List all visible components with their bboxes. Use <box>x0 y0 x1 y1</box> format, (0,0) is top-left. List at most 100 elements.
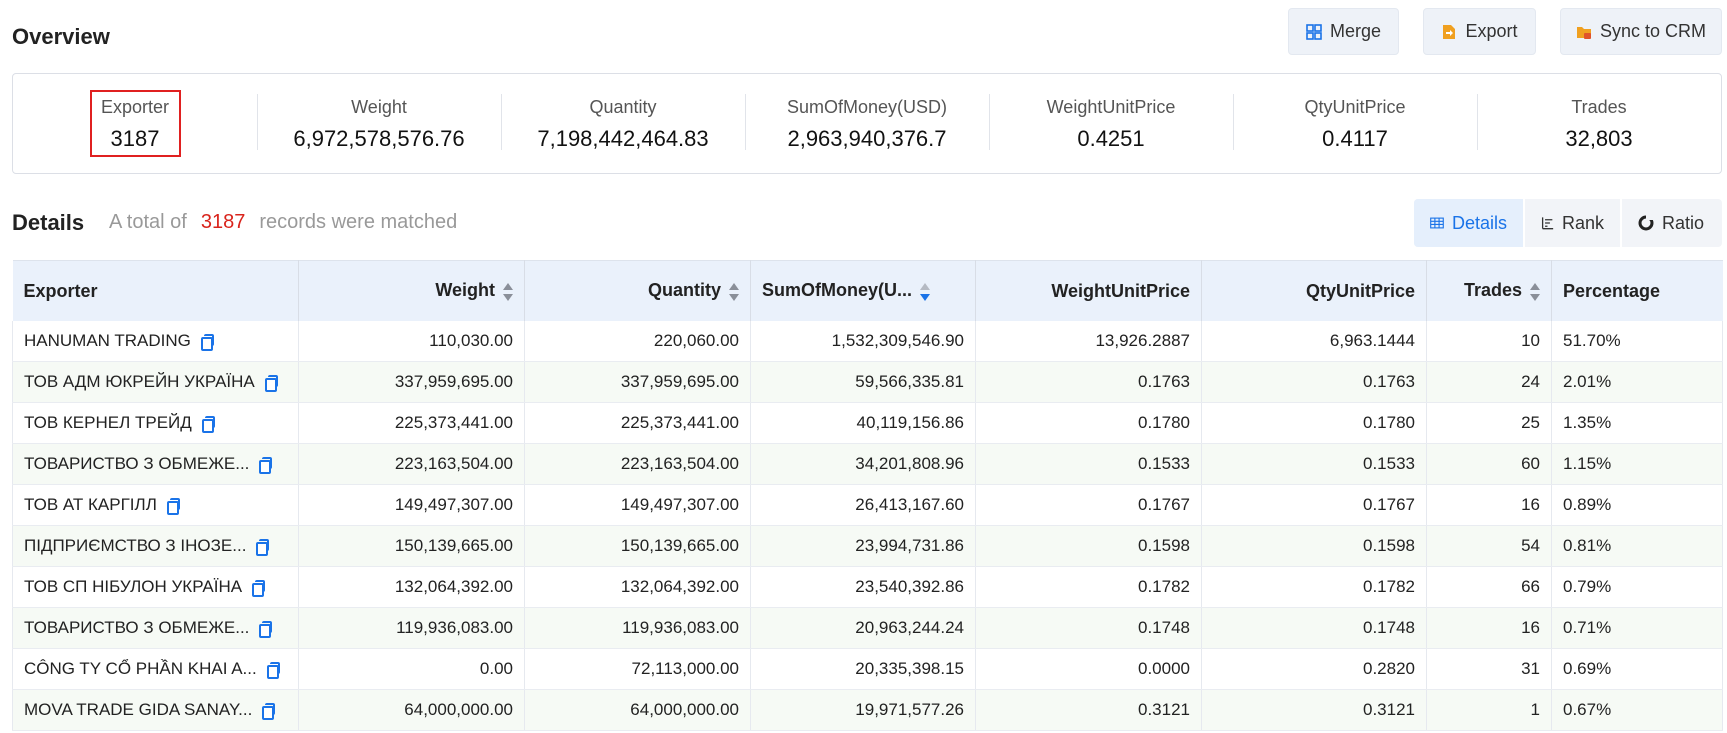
exporter-name[interactable]: ТОВ КЕРНЕЛ ТРЕЙД <box>24 413 192 433</box>
quantity-cell: 223,163,504.00 <box>524 443 751 485</box>
copy-icon[interactable] <box>256 538 270 556</box>
exporter-name[interactable]: HANUMAN TRADING <box>24 331 191 351</box>
column-label: Exporter <box>23 280 98 301</box>
column-label: Weight <box>435 280 495 301</box>
copy-icon[interactable] <box>200 333 214 351</box>
view-rank-button[interactable]: Rank <box>1525 199 1622 247</box>
view-details-button[interactable]: Details <box>1414 199 1525 247</box>
weight-unit-price-cell: 0.1533 <box>975 443 1202 485</box>
exporter-cell: ТОВ АДМ ЮКРЕЙН УКРАЇНА <box>12 361 299 403</box>
percentage-cell: 0.89% <box>1551 484 1723 526</box>
sort-desc-icon[interactable] <box>920 282 931 302</box>
sort-icon[interactable] <box>503 282 513 302</box>
copy-icon[interactable] <box>262 702 276 720</box>
column-header-exporter: Exporter <box>12 260 299 321</box>
exporter-name[interactable]: CÔNG TY CỔ PHẦN KHAI A... <box>24 659 257 679</box>
sum-of-money-cell: 26,413,167.60 <box>750 484 976 526</box>
table-row: ТОВ СП НІБУЛОН УКРАЇНА 132,064,392.00 13… <box>12 566 1723 608</box>
column-label: QtyUnitPrice <box>1305 280 1415 301</box>
highlight-box <box>90 90 181 157</box>
sum-of-money-cell: 19,971,577.26 <box>750 689 976 731</box>
stat-label: Quantity <box>589 97 657 117</box>
qty-unit-price-cell: 0.1533 <box>1201 443 1427 485</box>
exporter-name[interactable]: ПІДПРИЄМСТВО З ІНОЗЕ... <box>24 536 246 556</box>
table-row: ТОВ АТ КАРГІЛЛ 149,497,307.00 149,497,30… <box>12 484 1723 526</box>
copy-icon[interactable] <box>201 415 215 433</box>
weight-unit-price-cell: 0.3121 <box>975 689 1202 731</box>
details-title: Details <box>12 210 85 235</box>
quantity-cell: 72,113,000.00 <box>524 648 751 690</box>
export-button[interactable]: Export <box>1423 8 1536 55</box>
view-ratio-button[interactable]: Ratio <box>1622 199 1722 247</box>
stat-sum-of-money: SumOfMoney(USD) 2,963,940,376.7 <box>745 74 989 174</box>
sync-to-crm-button[interactable]: Sync to CRM <box>1560 8 1722 55</box>
quantity-cell: 337,959,695.00 <box>524 361 751 403</box>
percentage-cell: 1.15% <box>1551 443 1723 485</box>
copy-icon[interactable] <box>259 456 273 474</box>
table-row: HANUMAN TRADING 110,030.00 220,060.00 1,… <box>12 321 1723 362</box>
stat-label: QtyUnitPrice <box>1304 97 1406 117</box>
export-icon <box>1443 24 1456 39</box>
summary-suffix: records were matched <box>259 211 458 233</box>
stat-value: 0.4117 <box>1322 126 1388 151</box>
copy-icon[interactable] <box>264 374 278 392</box>
weight-cell: 64,000,000.00 <box>298 689 525 731</box>
column-header-weight[interactable]: Weight <box>298 260 525 321</box>
weight-cell: 337,959,695.00 <box>298 361 525 403</box>
view-details-label: Details <box>1451 212 1507 233</box>
trades-cell: 31 <box>1426 648 1552 690</box>
column-header-quantity[interactable]: Quantity <box>524 260 751 321</box>
exporter-name[interactable]: ТОВ АТ КАРГІЛЛ <box>24 495 157 515</box>
copy-icon[interactable] <box>166 497 180 515</box>
quantity-cell: 149,497,307.00 <box>524 484 751 526</box>
weight-unit-price-cell: 0.0000 <box>975 648 1202 690</box>
merge-button[interactable]: Merge <box>1288 8 1399 55</box>
weight-unit-price-cell: 0.1763 <box>975 361 1202 403</box>
exporter-name[interactable]: ТОВАРИСТВО З ОБМЕЖЕ... <box>24 618 249 638</box>
exporter-cell: HANUMAN TRADING <box>12 321 299 362</box>
overview-title: Overview <box>12 24 110 49</box>
qty-unit-price-cell: 0.1748 <box>1201 607 1427 649</box>
percentage-cell: 0.67% <box>1551 689 1723 731</box>
qty-unit-price-cell: 0.2820 <box>1201 648 1427 690</box>
exporter-name[interactable]: ТОВ СП НІБУЛОН УКРАЇНА <box>24 577 242 597</box>
sort-icon[interactable] <box>729 282 739 302</box>
stat-value: 7,198,442,464.83 <box>537 126 709 151</box>
merge-label: Merge <box>1329 21 1382 41</box>
exporter-cell: CÔNG TY CỔ PHẦN KHAI A... <box>12 648 299 690</box>
stat-weight: Weight 6,972,578,576.76 <box>257 74 501 174</box>
qty-unit-price-cell: 0.1780 <box>1201 402 1427 444</box>
copy-icon[interactable] <box>252 579 266 597</box>
stat-value: 6,972,578,576.76 <box>293 126 465 151</box>
exporter-cell: ТОВ КЕРНЕЛ ТРЕЙД <box>12 402 299 444</box>
weight-cell: 150,139,665.00 <box>298 525 525 567</box>
overview-stats: Exporter 3187 Weight 6,972,578,576.76 Qu… <box>12 73 1722 174</box>
weight-unit-price-cell: 0.1782 <box>975 566 1202 608</box>
trades-cell: 25 <box>1426 402 1552 444</box>
exporter-name[interactable]: ТОВ АДМ ЮКРЕЙН УКРАЇНА <box>24 372 255 392</box>
rank-icon <box>1541 217 1554 230</box>
table-row: CÔNG TY CỔ PHẦN KHAI A... 0.00 72,113,00… <box>12 648 1723 690</box>
exporter-cell: ТОВ СП НІБУЛОН УКРАЇНА <box>12 566 299 608</box>
sum-of-money-cell: 20,335,398.15 <box>750 648 976 690</box>
trades-cell: 66 <box>1426 566 1552 608</box>
quantity-cell: 119,936,083.00 <box>524 607 751 649</box>
copy-icon[interactable] <box>259 620 273 638</box>
qty-unit-price-cell: 0.1782 <box>1201 566 1427 608</box>
exporter-name[interactable]: MOVA TRADE GIDA SANAY... <box>24 700 252 720</box>
stat-value: 2,963,940,376.7 <box>787 126 947 151</box>
column-header-trades[interactable]: Trades <box>1426 260 1552 321</box>
copy-icon[interactable] <box>266 661 280 679</box>
weight-cell: 110,030.00 <box>298 321 525 362</box>
trades-cell: 54 <box>1426 525 1552 567</box>
weight-unit-price-cell: 0.1598 <box>975 525 1202 567</box>
column-label: Quantity <box>647 280 721 301</box>
column-header-sum-of-money[interactable]: SumOfMoney(U... <box>750 260 976 321</box>
sync-to-crm-label: Sync to CRM <box>1599 21 1707 41</box>
sum-of-money-cell: 34,201,808.96 <box>750 443 976 485</box>
sort-icon[interactable] <box>1530 282 1540 302</box>
percentage-cell: 1.35% <box>1551 402 1723 444</box>
exporter-name[interactable]: ТОВАРИСТВО З ОБМЕЖЕ... <box>24 454 249 474</box>
trades-cell: 60 <box>1426 443 1552 485</box>
stat-value: 32,803 <box>1565 126 1633 151</box>
